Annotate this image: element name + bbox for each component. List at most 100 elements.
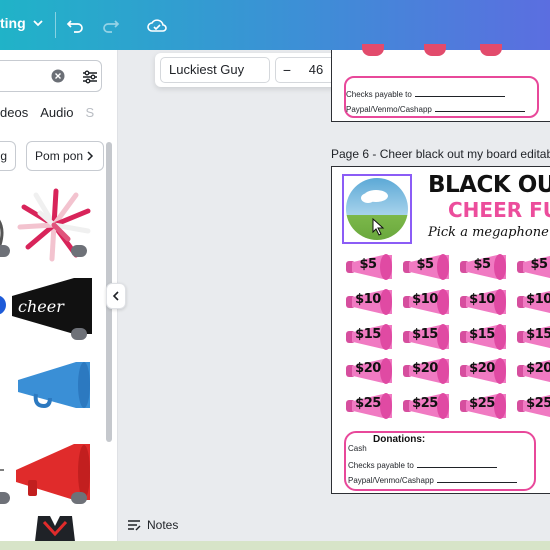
cheer-megaphone-element[interactable]: cheer [12, 278, 92, 334]
amount-label: $20 [412, 361, 438, 376]
topbar-divider [55, 12, 56, 38]
subtitle-text[interactable]: Pick a megaphone an [428, 225, 550, 240]
blue-megaphone-element[interactable] [14, 360, 92, 412]
tab-more[interactable]: S [85, 105, 94, 120]
amount-label: $5 [416, 257, 434, 272]
undo-icon[interactable] [63, 13, 87, 37]
megaphone-item[interactable]: $10 [346, 288, 396, 316]
top-bar: ting [0, 0, 550, 50]
amount-label: $15 [526, 327, 550, 342]
megaphone-item[interactable]: $5 [346, 253, 396, 281]
megaphone-item[interactable]: $10 [460, 288, 510, 316]
page-5-canvas[interactable]: Checks payable to Paypal/Venmo/Cashapp [331, 44, 550, 122]
blue-element[interactable] [0, 285, 6, 325]
filter-icon[interactable] [81, 68, 99, 86]
mode-dropdown[interactable]: ting [0, 15, 44, 31]
decrease-size-button[interactable]: − [276, 58, 298, 82]
chevron-down-icon [33, 20, 43, 27]
decor-shape [362, 44, 384, 56]
write-line [416, 467, 497, 468]
tab-audio[interactable]: Audio [40, 105, 73, 120]
checks-line: Checks payable to [346, 90, 505, 99]
amount-label: $5 [530, 257, 548, 272]
megaphone-item[interactable]: $10 [517, 288, 550, 316]
donations-title: Donations: [373, 434, 426, 445]
megaphone-item[interactable]: $25 [517, 392, 550, 420]
megaphone-item[interactable]: $25 [346, 392, 396, 420]
bottom-status-strip [0, 541, 550, 550]
megaphone-item[interactable]: $5 [403, 253, 453, 281]
decor-shape [480, 44, 502, 56]
premium-badge [0, 245, 10, 257]
title-cheer-fun[interactable]: CHEER FUN [448, 198, 550, 222]
megaphone-item[interactable]: $10 [403, 288, 453, 316]
megaphone-item[interactable]: $15 [346, 323, 396, 351]
font-size-input[interactable]: 46 [298, 58, 334, 82]
redo-icon[interactable] [99, 13, 123, 37]
chip-label: Pom pon [35, 149, 84, 163]
megaphone-item[interactable]: $15 [403, 323, 453, 351]
paypal-label: Paypal/Venmo/Cashapp [346, 105, 432, 114]
search-input[interactable] [0, 60, 102, 92]
megaphone-item[interactable]: $15 [517, 323, 550, 351]
amount-label: $25 [526, 396, 550, 411]
collapse-panel-button[interactable] [106, 283, 126, 309]
premium-badge [71, 492, 87, 504]
write-line [414, 96, 505, 97]
amount-label: $10 [412, 292, 438, 307]
decor-shape [424, 44, 446, 56]
amount-label: $15 [355, 327, 381, 342]
megaphone-item[interactable]: $25 [460, 392, 510, 420]
mouse-cursor-icon [372, 218, 385, 236]
amount-label: $20 [526, 361, 550, 376]
amount-label: $25 [412, 396, 438, 411]
sparkle-element[interactable] [0, 460, 6, 480]
paypal-label: Paypal/Venmo/Cashapp [348, 476, 434, 485]
premium-badge [71, 245, 87, 257]
media-tabs: deos Audio S [0, 105, 94, 120]
megaphone-item[interactable]: $20 [517, 357, 550, 385]
amount-label: $25 [469, 396, 495, 411]
megaphone-item[interactable]: $20 [460, 357, 510, 385]
amount-label: $25 [355, 396, 381, 411]
megaphone-item[interactable]: $5 [517, 253, 550, 281]
paypal-line: Paypal/Venmo/Cashapp [346, 105, 525, 114]
cloud-saved-icon[interactable] [145, 13, 169, 37]
notes-button[interactable]: Notes [127, 518, 178, 532]
megaphone-item[interactable]: $15 [460, 323, 510, 351]
elements-panel: deos Audio S ing Pom pon cheer [0, 50, 118, 550]
tab-videos[interactable]: deos [0, 105, 28, 120]
chip-pom-pon[interactable]: Pom pon [26, 141, 105, 171]
svg-text:cheer: cheer [18, 297, 65, 316]
megaphone-item[interactable]: $5 [460, 253, 510, 281]
amount-label: $20 [355, 361, 381, 376]
title-black-out[interactable]: BLACK OUT [428, 172, 550, 198]
mode-label: ting [0, 15, 26, 31]
notes-label: Notes [147, 518, 179, 532]
clear-search-icon[interactable] [51, 69, 65, 83]
megaphone-item[interactable]: $20 [403, 357, 453, 385]
megaphone-item[interactable]: $25 [403, 392, 453, 420]
amount-label: $15 [412, 327, 438, 342]
amount-label: $20 [469, 361, 495, 376]
checks-label: Checks payable to [346, 90, 412, 99]
amount-label: $5 [473, 257, 491, 272]
amount-label: $15 [469, 327, 495, 342]
cash-label: Cash [348, 444, 367, 453]
amount-label: $10 [526, 292, 550, 307]
chevron-left-icon [112, 291, 119, 301]
chevron-right-icon [87, 151, 94, 161]
amount-label: $10 [355, 292, 381, 307]
paypal-line: Paypal/Venmo/Cashapp [348, 476, 517, 485]
write-line [434, 111, 525, 112]
font-family-select[interactable]: Luckiest Guy [160, 57, 270, 83]
page-6-title[interactable]: Page 6 - Cheer black out my board editab… [331, 147, 550, 161]
checks-line: Checks payable to [348, 461, 497, 470]
write-line [436, 482, 517, 483]
page-6-canvas[interactable]: BLACK OUT CHEER FUN Pick a megaphone an … [331, 166, 550, 494]
megaphone-item[interactable]: $20 [346, 357, 396, 385]
amount-label: $5 [359, 257, 377, 272]
sparkle-element[interactable] [0, 372, 6, 392]
chip-suggestion[interactable]: ing [0, 141, 17, 171]
premium-badge [71, 328, 87, 340]
